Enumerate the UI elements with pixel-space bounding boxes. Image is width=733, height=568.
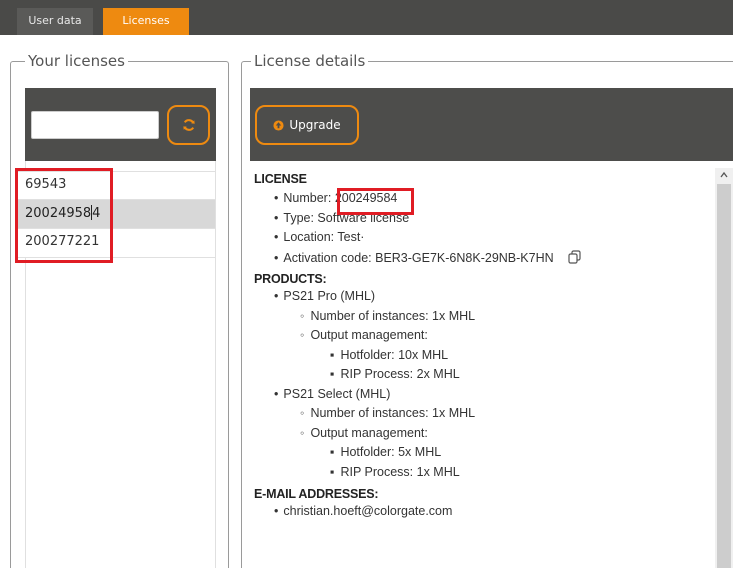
product-rip-process: RIP Process: 2x MHL bbox=[250, 367, 715, 387]
top-tab-bar: User data Licenses bbox=[0, 0, 733, 35]
license-heading: LICENSE bbox=[254, 172, 307, 186]
product-name: PS21 Pro (MHL) bbox=[250, 289, 715, 309]
highlight-box bbox=[15, 168, 113, 263]
upgrade-label: Upgrade bbox=[289, 118, 341, 132]
tab-user-data[interactable]: User data bbox=[17, 8, 93, 35]
scroll-up-icon[interactable] bbox=[719, 170, 729, 180]
tab-licenses[interactable]: Licenses bbox=[103, 8, 189, 35]
product-rip-process: RIP Process: 1x MHL bbox=[250, 465, 715, 485]
license-search-input[interactable] bbox=[31, 111, 159, 139]
product-name: PS21 Select (MHL) bbox=[250, 387, 715, 407]
email-item: christian.hoeft@colorgate.com bbox=[250, 504, 715, 524]
product-output-management: Output management: bbox=[250, 426, 715, 446]
details-scrollbar[interactable] bbox=[715, 168, 733, 568]
arrow-up-circle-icon bbox=[273, 119, 284, 131]
refresh-icon bbox=[182, 119, 195, 131]
product-instances: Number of instances: 1x MHL bbox=[250, 406, 715, 426]
license-search-toolbar bbox=[25, 88, 216, 161]
product-output-management: Output management: bbox=[250, 328, 715, 348]
license-location: Location: Test· bbox=[250, 230, 715, 250]
scrollbar-thumb[interactable] bbox=[717, 184, 731, 568]
product-hotfolder: Hotfolder: 10x MHL bbox=[250, 348, 715, 368]
license-number: Number: 200249584 bbox=[250, 191, 715, 211]
product-instances: Number of instances: 1x MHL bbox=[250, 309, 715, 329]
your-licenses-title: Your licenses bbox=[25, 52, 128, 70]
refresh-button[interactable] bbox=[167, 105, 210, 145]
products-heading: PRODUCTS: bbox=[254, 272, 327, 286]
email-heading: E-MAIL ADDRESSES: bbox=[254, 487, 379, 501]
product-hotfolder: Hotfolder: 5x MHL bbox=[250, 445, 715, 465]
license-details-content: LICENSE Number: 200249584 Type: Software… bbox=[250, 168, 715, 568]
upgrade-button[interactable]: Upgrade bbox=[255, 105, 359, 145]
license-details-toolbar: Upgrade bbox=[250, 88, 733, 161]
license-activation: Activation code: BER3-GE7K-6N8K-29NB-K7H… bbox=[250, 249, 715, 270]
copy-icon[interactable] bbox=[567, 249, 582, 264]
highlight-box bbox=[337, 188, 414, 215]
license-details-title: License details bbox=[251, 52, 369, 70]
license-type: Type: Software license bbox=[250, 211, 715, 231]
